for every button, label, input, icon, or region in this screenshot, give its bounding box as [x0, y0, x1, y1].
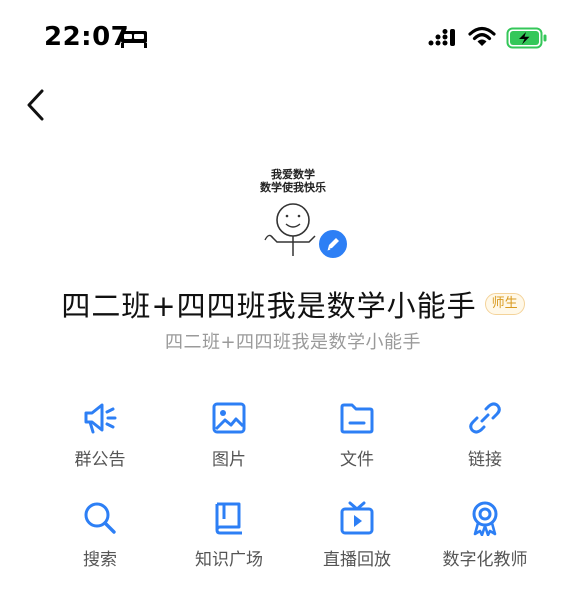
- action-label: 文件: [340, 450, 374, 470]
- image-icon: [212, 402, 246, 434]
- action-announcement[interactable]: 群公告: [40, 400, 160, 480]
- link-icon: [469, 402, 501, 434]
- group-avatar[interactable]: 我爱数学 数学使我快乐: [243, 158, 353, 268]
- award-badge-icon: [472, 501, 498, 536]
- book-icon: [215, 502, 242, 535]
- status-time: 22:07: [44, 22, 130, 52]
- tv-icon: [340, 501, 374, 535]
- megaphone-icon: [84, 403, 117, 434]
- group-subtitle: 四二班+四四班我是数学小能手: [164, 332, 422, 353]
- action-live-replay[interactable]: 直播回放: [297, 500, 417, 580]
- action-search[interactable]: 搜索: [40, 500, 160, 580]
- status-bar: 22:07: [0, 0, 586, 80]
- sleep-bed-icon: [121, 31, 147, 48]
- action-digital-teacher[interactable]: 数字化教师: [425, 500, 545, 580]
- cellular-signal-icon: [428, 29, 455, 46]
- wifi-icon: [468, 26, 496, 46]
- group-name: 四二班+四四班我是数学小能手: [61, 289, 477, 323]
- action-label: 群公告: [74, 450, 126, 470]
- action-images[interactable]: 图片: [169, 400, 289, 480]
- action-label: 链接: [468, 450, 502, 470]
- action-label: 知识广场: [195, 550, 263, 570]
- action-links[interactable]: 链接: [425, 400, 545, 480]
- action-label: 搜索: [83, 550, 117, 570]
- action-label: 数字化教师: [442, 550, 528, 570]
- action-label: 图片: [212, 450, 246, 470]
- group-title-row: 四二班+四四班我是数学小能手 师生: [0, 283, 586, 323]
- action-label: 直播回放: [323, 550, 391, 570]
- search-icon: [84, 502, 116, 534]
- action-files[interactable]: 文件: [297, 400, 417, 480]
- role-badge: 师生: [484, 293, 525, 315]
- folder-icon: [340, 403, 374, 434]
- edit-avatar-icon[interactable]: [317, 228, 349, 260]
- back-chevron-icon[interactable]: [22, 88, 52, 122]
- action-knowledge-square[interactable]: 知识广场: [169, 500, 289, 580]
- battery-charging-icon: [506, 27, 547, 49]
